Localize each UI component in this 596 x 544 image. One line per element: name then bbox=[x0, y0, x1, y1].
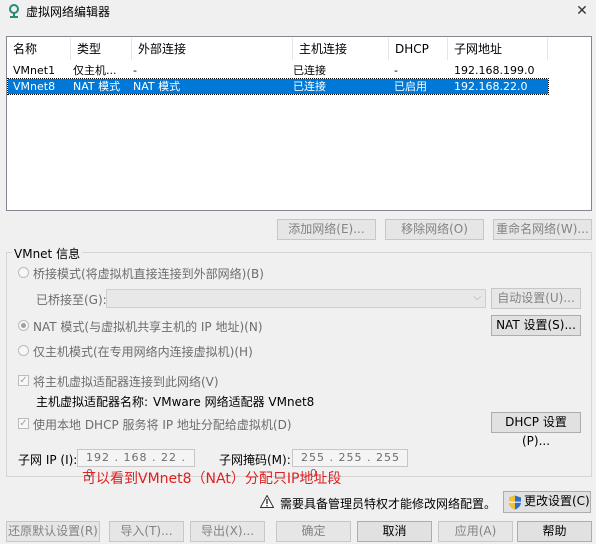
network-editor-icon bbox=[9, 4, 19, 18]
add-network-button[interactable]: 添加网络(E)... bbox=[277, 219, 376, 240]
cell-subnet: 192.168.22.0 bbox=[454, 80, 528, 93]
annotation-text: 可以看到VMnet8（NAt）分配只IP地址段 bbox=[82, 471, 342, 487]
change-settings-button[interactable]: 更改设置(C) bbox=[503, 491, 591, 513]
close-button[interactable]: ✕ bbox=[572, 2, 592, 20]
nat-mode-radio[interactable] bbox=[18, 320, 29, 331]
bridge-mode-radio[interactable] bbox=[18, 267, 29, 278]
cell-subnet: 192.168.199.0 bbox=[454, 64, 535, 77]
dhcp-checkbox[interactable]: ✓ bbox=[18, 418, 29, 429]
cell-host: 已连接 bbox=[293, 64, 326, 77]
bridge-mode-label: 桥接模式(将虚拟机直接连接到外部网络)(B) bbox=[33, 267, 264, 281]
auto-settings-button[interactable]: 自动设置(U)... bbox=[491, 288, 581, 309]
dhcp-label: 使用本地 DHCP 服务将 IP 地址分配给虚拟机(D) bbox=[33, 418, 292, 432]
window-title: 虚拟网络编辑器 bbox=[26, 5, 111, 19]
adapter-name-value: VMware 网络适配器 VMnet8 bbox=[153, 395, 315, 409]
cell-type: 仅主机... bbox=[73, 64, 117, 77]
warning-icon bbox=[260, 495, 274, 508]
rename-network-button[interactable]: 重命名网络(W)... bbox=[493, 219, 592, 240]
help-button[interactable]: 帮助 bbox=[517, 521, 592, 542]
column-header-host[interactable]: 主机连接 bbox=[293, 38, 389, 60]
cell-dhcp: - bbox=[394, 64, 398, 77]
cell-external: NAT 模式 bbox=[133, 80, 181, 93]
change-settings-label: 更改设置(C) bbox=[524, 494, 590, 508]
restore-defaults-button[interactable]: 还原默认设置(R) bbox=[6, 521, 100, 542]
subnet-ip-label: 子网 IP (I): bbox=[18, 453, 78, 467]
host-only-radio[interactable] bbox=[18, 345, 29, 356]
subnet-mask-field[interactable]: 255 . 255 . 255 . 0 bbox=[292, 449, 408, 480]
subnet-ip-field[interactable]: 192 . 168 . 22 . 0 bbox=[77, 449, 195, 480]
cancel-button[interactable]: 取消 bbox=[357, 521, 432, 542]
connect-adapter-label: 将主机虚拟适配器连接到此网络(V) bbox=[33, 375, 219, 389]
cell-name: VMnet1 bbox=[13, 64, 56, 77]
vmnet-info-group bbox=[6, 252, 592, 477]
shield-icon bbox=[509, 495, 521, 510]
apply-button[interactable]: 应用(A) bbox=[438, 521, 513, 542]
export-button[interactable]: 导出(X)... bbox=[190, 521, 265, 542]
column-header-dhcp[interactable]: DHCP bbox=[389, 38, 448, 60]
nat-mode-label: NAT 模式(与虚拟机共享主机的 IP 地址)(N) bbox=[33, 320, 263, 334]
vmnet-info-title: VMnet 信息 bbox=[12, 245, 83, 262]
table-row[interactable]: VMnet1 仅主机... - 已连接 - 192.168.199.0 bbox=[8, 63, 548, 78]
connect-adapter-checkbox[interactable]: ✓ bbox=[18, 375, 29, 386]
admin-notice: 需要具备管理员特权才能修改网络配置。 bbox=[280, 497, 497, 511]
bridged-to-label: 已桥接至(G): bbox=[36, 293, 107, 307]
column-header-external[interactable]: 外部连接 bbox=[132, 38, 293, 60]
dhcp-settings-button[interactable]: DHCP 设置(P)... bbox=[491, 412, 581, 448]
subnet-mask-label: 子网掩码(M): bbox=[219, 453, 291, 467]
title-bar: 虚拟网络编辑器 ✕ bbox=[0, 0, 596, 22]
network-list[interactable]: 名称 类型 外部连接 主机连接 DHCP 子网地址 VMnet1 仅主机... … bbox=[6, 36, 592, 211]
nat-settings-button[interactable]: NAT 设置(S)... bbox=[491, 315, 581, 336]
column-header-subnet[interactable]: 子网地址 bbox=[448, 38, 548, 60]
cell-external: - bbox=[133, 64, 137, 77]
import-button[interactable]: 导入(T)... bbox=[109, 521, 184, 542]
host-only-label: 仅主机模式(在专用网络内连接虚拟机)(H) bbox=[33, 345, 253, 359]
column-header-type[interactable]: 类型 bbox=[71, 38, 132, 60]
ok-button[interactable]: 确定 bbox=[276, 521, 351, 542]
bridged-to-select[interactable]: ⌵ bbox=[106, 289, 486, 308]
adapter-name-label: 主机虚拟适配器名称: bbox=[36, 395, 149, 409]
cell-name: VMnet8 bbox=[13, 80, 56, 93]
table-row[interactable]: VMnet8 NAT 模式 NAT 模式 已连接 已启用 192.168.22.… bbox=[7, 78, 549, 95]
cell-type: NAT 模式 bbox=[73, 80, 121, 93]
column-header-name[interactable]: 名称 bbox=[7, 38, 71, 60]
remove-network-button[interactable]: 移除网络(O) bbox=[385, 219, 484, 240]
cell-dhcp: 已启用 bbox=[394, 80, 427, 93]
cell-host: 已连接 bbox=[293, 80, 326, 93]
chevron-down-icon: ⌵ bbox=[473, 292, 481, 303]
